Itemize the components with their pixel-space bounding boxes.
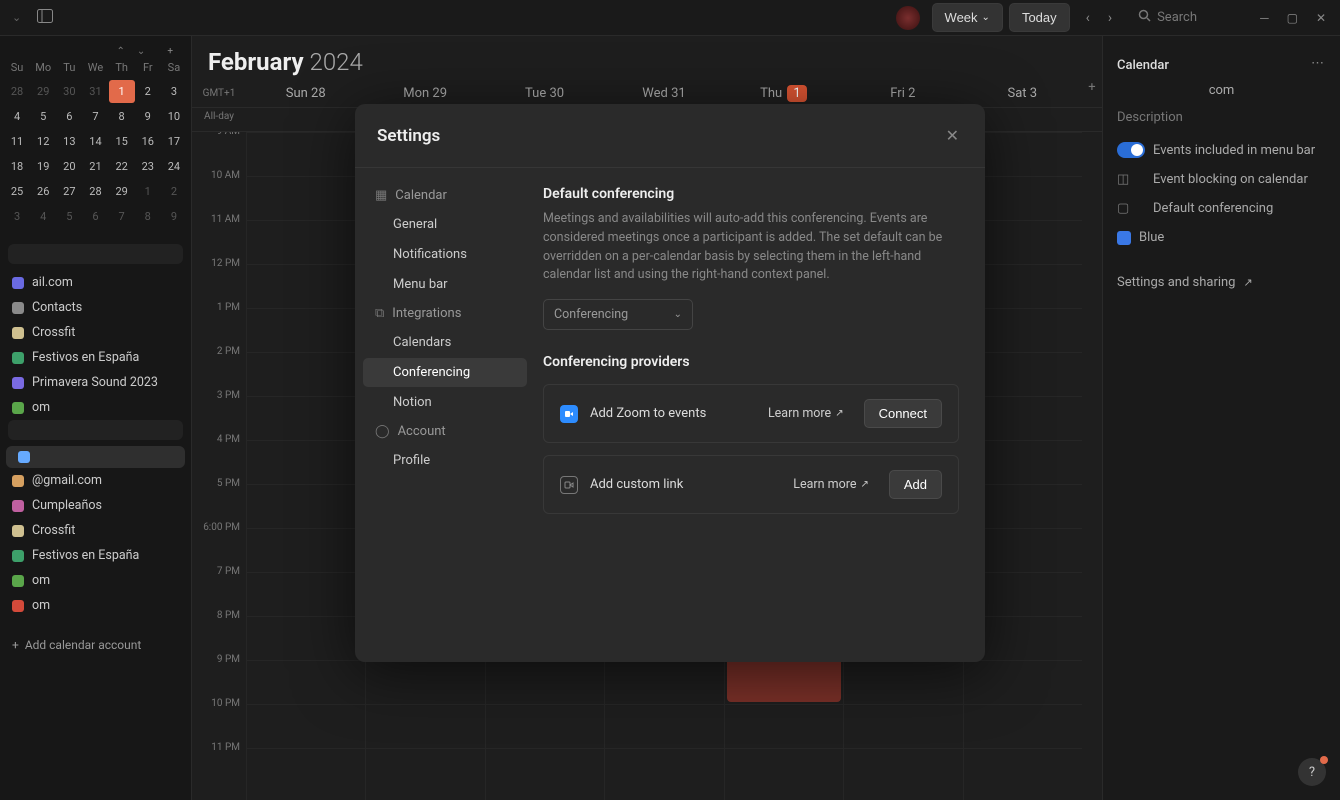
nav-section-label: Account (398, 424, 446, 439)
nav-item-profile[interactable]: Profile (363, 446, 527, 475)
nav-item-notifications[interactable]: Notifications (363, 240, 527, 269)
settings-title: Settings (377, 126, 440, 146)
section-description: Meetings and availabilities will auto-ad… (543, 210, 959, 285)
external-link-icon: ↗ (860, 479, 868, 490)
integrations-icon: ⧉ (375, 306, 384, 321)
section-title: Default conferencing (543, 186, 959, 202)
notification-badge (1320, 756, 1328, 764)
close-icon[interactable]: ✕ (942, 122, 963, 149)
provider-label: Add custom link (590, 477, 781, 492)
connect-button[interactable]: Connect (864, 399, 942, 428)
zoom-icon (560, 405, 578, 423)
nav-item-notion[interactable]: Notion (363, 388, 527, 417)
provider-card: Add custom link Learn more ↗ Add (543, 455, 959, 514)
nav-section-account: ◯ Account (363, 418, 527, 445)
provider-card: Add Zoom to events Learn more ↗ Connect (543, 384, 959, 443)
nav-item-menu-bar[interactable]: Menu bar (363, 270, 527, 299)
nav-section-label: Integrations (392, 306, 461, 321)
nav-item-general[interactable]: General (363, 210, 527, 239)
help-button[interactable]: ? (1298, 758, 1326, 786)
nav-item-calendars[interactable]: Calendars (363, 328, 527, 357)
settings-modal: Settings ✕ ▦ Calendar GeneralNotifications… (355, 104, 985, 662)
nav-section-integrations: ⧉ Integrations (363, 300, 527, 327)
nav-section-label: Calendar (395, 188, 447, 203)
providers-title: Conferencing providers (543, 354, 959, 370)
learn-more-link[interactable]: Learn more ↗ (768, 406, 844, 421)
conferencing-select[interactable]: Conferencing ⌄ (543, 299, 693, 330)
chevron-down-icon: ⌄ (674, 309, 682, 320)
calendar-icon: ▦ (375, 188, 387, 203)
learn-more-link[interactable]: Learn more ↗ (793, 477, 869, 492)
select-placeholder: Conferencing (554, 307, 628, 322)
nav-section-calendar: ▦ Calendar (363, 182, 527, 209)
link-icon (560, 476, 578, 494)
settings-content: Default conferencing Meetings and availa… (535, 168, 985, 662)
external-link-icon: ↗ (835, 408, 843, 419)
account-icon: ◯ (375, 424, 390, 439)
settings-nav: ▦ Calendar GeneralNotificationsMenu bar ⧉ In… (355, 168, 535, 662)
nav-item-conferencing[interactable]: Conferencing (363, 358, 527, 387)
provider-label: Add Zoom to events (590, 406, 756, 421)
add-button[interactable]: Add (889, 470, 942, 499)
settings-modal-backdrop: Settings ✕ ▦ Calendar GeneralNotifications… (0, 0, 1340, 800)
